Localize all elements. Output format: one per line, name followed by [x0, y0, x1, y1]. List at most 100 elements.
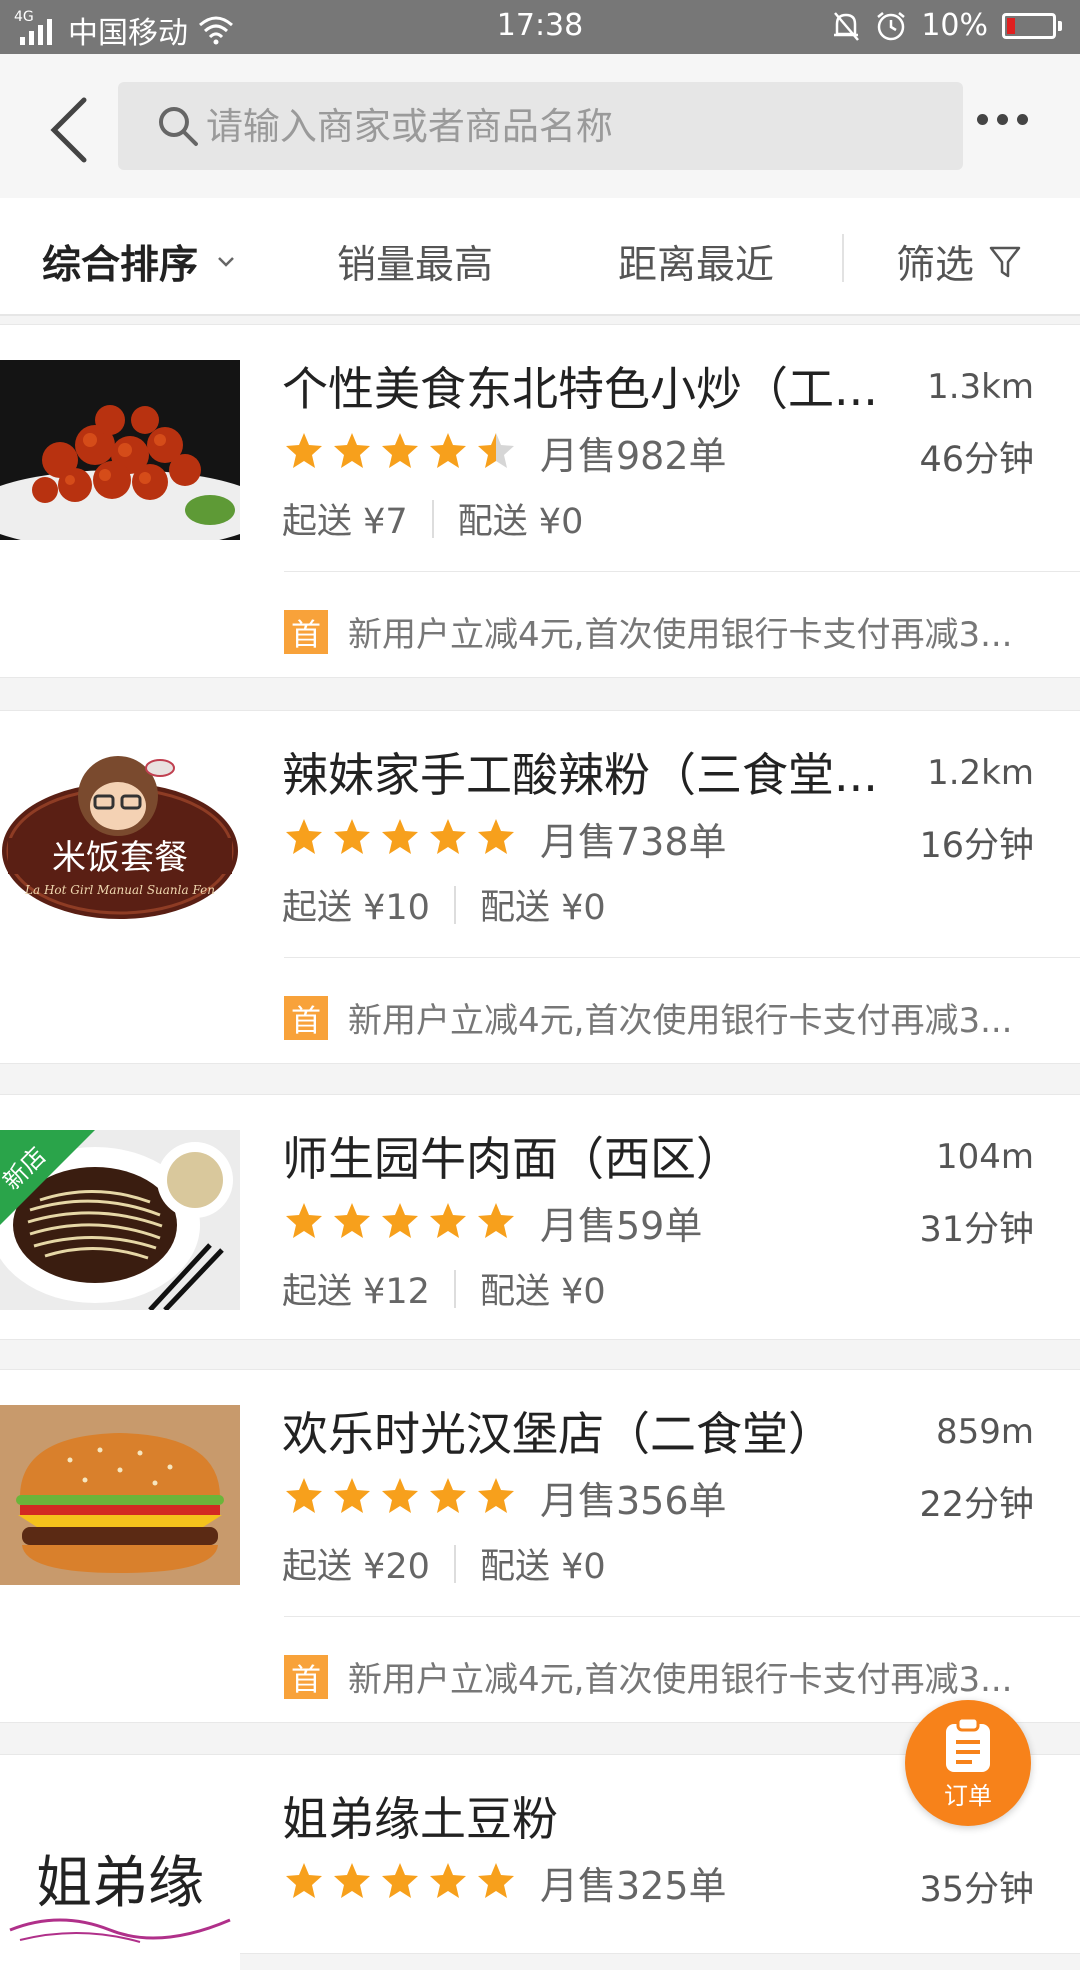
- divider: [453, 1269, 456, 1308]
- search-icon: [158, 107, 198, 146]
- star-icon: [478, 1478, 514, 1513]
- star-icon: [334, 819, 370, 854]
- rating-stars: [284, 1201, 516, 1241]
- shop-distance: 859m: [935, 1412, 1034, 1452]
- status-right: 10%: [831, 8, 1062, 43]
- star-icon: [430, 1863, 466, 1898]
- star-icon: [382, 1478, 418, 1513]
- tab-nearest[interactable]: 距离最近: [618, 234, 774, 290]
- logo-text: 米饭套餐: [52, 838, 188, 878]
- battery-icon: [1002, 12, 1062, 39]
- first-order-badge: 首: [284, 609, 328, 654]
- shop-name: 个性美食东北特色小炒（工...: [282, 362, 878, 416]
- status-bar: 4G 中国移动 17:38 10%: [0, 0, 1080, 54]
- delivery-fee: 配送 ¥0: [479, 1272, 606, 1312]
- star-icon: [286, 1203, 322, 1238]
- tab-top-sales[interactable]: 销量最高: [337, 234, 493, 290]
- back-button[interactable]: [42, 92, 98, 168]
- star-icon: [382, 433, 418, 468]
- svg-text:La Hot Girl Manual Suanla Fen: La Hot Girl Manual Suanla Fen: [24, 883, 215, 897]
- star-icon: [430, 433, 466, 468]
- shop-name: 欢乐时光汉堡店（二食堂）: [282, 1407, 834, 1461]
- min-order: 起送 ¥12: [282, 1272, 430, 1312]
- filter-icon: [989, 246, 1021, 278]
- delivery-time: 22分钟: [919, 1485, 1034, 1525]
- delivery-fee: 配送 ¥0: [457, 502, 584, 542]
- shop-distance: 1.3km: [927, 367, 1034, 407]
- delivery-time: 35分钟: [919, 1870, 1034, 1910]
- shop-image: 米饭套餐 La Hot Girl Manual Suanla Fen: [0, 746, 240, 926]
- delivery-fee: 配送 ¥0: [479, 1547, 606, 1587]
- shop-image: [0, 1405, 240, 1585]
- delivery-fee: 配送 ¥0: [479, 888, 606, 928]
- star-icon: [286, 433, 322, 468]
- divider: [284, 957, 1080, 958]
- dot-icon: [1017, 114, 1028, 125]
- monthly-sales: 月售982单: [540, 434, 727, 478]
- shop-card[interactable]: 个性美食东北特色小炒（工... 1.3km 月售982单 46分钟 起送 ¥7 …: [0, 324, 1080, 678]
- orders-label: 订单: [944, 1781, 992, 1810]
- shop-image: 姐弟缘: [0, 1790, 240, 1970]
- battery-percent: 10%: [921, 8, 988, 43]
- divider: [453, 1544, 456, 1583]
- monthly-sales: 月售738单: [540, 820, 727, 864]
- tab-label: 距离最近: [618, 243, 775, 288]
- shop-card[interactable]: 欢乐时光汉堡店（二食堂） 859m 月售356单 22分钟 起送 ¥20 配送 …: [0, 1369, 1080, 1723]
- star-icon: [430, 1203, 466, 1238]
- delivery-time: 16分钟: [919, 826, 1034, 866]
- chevron-down-icon: [218, 257, 234, 267]
- tab-comprehensive-sort[interactable]: 综合排序: [42, 234, 236, 290]
- alarm-icon: [877, 11, 906, 40]
- min-order: 起送 ¥20: [282, 1547, 430, 1587]
- star-icon: [382, 1863, 418, 1898]
- delivery-time: 46分钟: [919, 440, 1034, 480]
- dot-icon: [977, 114, 988, 125]
- star-icon: [478, 1863, 514, 1898]
- divider: [842, 234, 844, 282]
- search-header: [0, 54, 1080, 198]
- dot-icon: [997, 114, 1008, 125]
- shop-name: 姐弟缘土豆粉: [282, 1792, 558, 1846]
- star-icon: [430, 1478, 466, 1513]
- star-icon: [382, 819, 418, 854]
- shop-distance: 104m: [935, 1137, 1034, 1177]
- promotion: 首 新用户立减4元,首次使用银行卡支付再减3...: [284, 1652, 1013, 1701]
- rating-stars: [284, 1861, 516, 1901]
- star-icon: [478, 819, 514, 854]
- fee-info: 起送 ¥12 配送 ¥0: [282, 1263, 606, 1314]
- min-order: 起送 ¥7: [282, 502, 408, 542]
- promo-text: 新用户立减4元,首次使用银行卡支付再减3...: [348, 1660, 1013, 1700]
- orders-button[interactable]: 订单: [905, 1700, 1031, 1826]
- logo-text: 姐弟缘: [36, 1851, 204, 1916]
- divider: [284, 1616, 1080, 1617]
- divider: [431, 499, 434, 538]
- tab-label: 筛选: [896, 243, 975, 288]
- monthly-sales: 月售59单: [540, 1204, 703, 1248]
- star-icon: [334, 433, 370, 468]
- star-icon: [286, 1478, 322, 1513]
- search-input[interactable]: [203, 103, 963, 149]
- search-bar[interactable]: [118, 82, 963, 170]
- star-icon: [334, 1863, 370, 1898]
- promo-text: 新用户立减4元,首次使用银行卡支付再减3...: [348, 1001, 1013, 1041]
- tab-filter[interactable]: 筛选: [896, 234, 1022, 290]
- new-store-badge: 新店: [0, 1130, 95, 1225]
- divider: [453, 885, 456, 924]
- rating-stars: [284, 431, 516, 471]
- shop-card[interactable]: 新店 师生园牛肉面（西区） 104m 月售59单 31分钟 起送 ¥12 配送 …: [0, 1094, 1080, 1340]
- star-icon: [334, 1203, 370, 1238]
- shop-distance: 1.2km: [927, 753, 1034, 793]
- more-menu-button[interactable]: [977, 114, 1028, 125]
- star-icon: [430, 819, 466, 854]
- shop-name: 辣妹家手工酸辣粉（三食堂...: [282, 748, 878, 802]
- fee-info: 起送 ¥20 配送 ¥0: [282, 1538, 606, 1589]
- fee-info: 起送 ¥10 配送 ¥0: [282, 879, 606, 930]
- shop-card[interactable]: 米饭套餐 La Hot Girl Manual Suanla Fen 辣妹家手工…: [0, 710, 1080, 1064]
- divider: [284, 571, 1080, 572]
- monthly-sales: 月售325单: [540, 1864, 727, 1908]
- star-icon: [286, 1863, 322, 1898]
- promo-text: 新用户立减4元,首次使用银行卡支付再减3...: [348, 615, 1013, 655]
- star-icon: [382, 1203, 418, 1238]
- monthly-sales: 月售356单: [540, 1479, 727, 1523]
- first-order-badge: 首: [284, 995, 328, 1040]
